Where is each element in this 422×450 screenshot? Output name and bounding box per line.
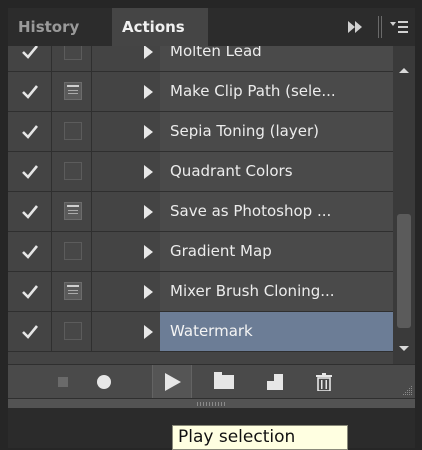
action-row[interactable]: Molten Lead [8,46,393,72]
toggle-dialog-cell[interactable] [52,192,92,231]
toggle-dialog-cell[interactable] [52,72,92,111]
expand-cell[interactable] [92,272,160,311]
record-icon [97,375,111,389]
toggle-item-cell[interactable] [8,112,52,151]
actions-toolbar [8,364,415,399]
toggle-item-cell[interactable] [8,272,52,311]
expand-arrow-icon[interactable] [144,85,153,99]
dialog-toggle-icon[interactable] [64,282,82,300]
action-name[interactable]: Save as Photoshop ... [160,192,393,231]
action-row[interactable]: Sepia Toning (layer) [8,112,393,152]
action-row[interactable]: Make Clip Path (sele... [8,72,393,112]
scroll-up-icon[interactable] [399,68,409,73]
dialog-toggle-icon[interactable] [64,82,82,100]
checkmark-icon[interactable] [21,124,39,140]
action-row[interactable]: Save as Photoshop ... [8,192,393,232]
stop-icon [58,377,68,387]
resize-grip-icon[interactable] [403,386,413,396]
toggle-item-cell[interactable] [8,192,52,231]
checkmark-icon[interactable] [21,244,39,260]
folder-icon [214,372,234,389]
action-row[interactable]: Quadrant Colors [8,152,393,192]
checkmark-icon[interactable] [21,46,39,60]
action-name[interactable]: Watermark [160,312,393,351]
toggle-dialog-cell[interactable] [52,272,92,311]
dialog-toggle-icon[interactable] [64,202,82,220]
vertical-scrollbar[interactable] [393,46,415,364]
expand-arrow-icon[interactable] [144,125,153,139]
dialog-toggle-icon[interactable] [64,322,82,340]
expand-cell[interactable] [92,72,160,111]
expand-cell[interactable] [92,46,160,71]
tab-divider [378,16,379,38]
action-name[interactable]: Make Clip Path (sele... [160,72,393,111]
resize-handle[interactable] [197,402,227,406]
action-name[interactable]: Mixer Brush Cloning... [160,272,393,311]
checkmark-icon[interactable] [21,204,39,220]
toggle-item-cell[interactable] [8,232,52,271]
toggle-dialog-cell[interactable] [52,312,92,351]
action-row[interactable]: Gradient Map [8,232,393,272]
tab-divider [381,16,382,38]
expand-cell[interactable] [92,192,160,231]
dialog-toggle-icon[interactable] [64,46,82,60]
checkmark-icon[interactable] [21,84,39,100]
delete-button[interactable] [305,365,345,399]
checkmark-icon[interactable] [21,284,39,300]
scroll-down-icon[interactable] [399,346,409,351]
action-name[interactable]: Sepia Toning (layer) [160,112,393,151]
new-action-icon [267,374,283,390]
expand-arrow-icon[interactable] [144,46,153,59]
stop-playing-button[interactable] [44,365,84,399]
expand-arrow-icon[interactable] [144,285,153,299]
toggle-dialog-cell[interactable] [52,46,92,71]
toggle-dialog-cell[interactable] [52,112,92,151]
expand-arrow-icon[interactable] [144,325,153,339]
action-name[interactable]: Quadrant Colors [160,152,393,191]
actions-list: Molten Lead Make Clip Path (sele... Sepi… [8,46,393,364]
toggle-item-cell[interactable] [8,152,52,191]
toggle-dialog-cell[interactable] [52,152,92,191]
trash-icon [316,373,332,391]
expand-cell[interactable] [92,152,160,191]
tab-history[interactable]: History [10,8,87,46]
toggle-dialog-cell[interactable] [52,232,92,271]
expand-cell[interactable] [92,112,160,151]
toggle-item-cell[interactable] [8,46,52,71]
action-row-selected[interactable]: Watermark [8,312,393,352]
toggle-item-cell[interactable] [8,72,52,111]
dialog-toggle-icon[interactable] [64,242,82,260]
expand-arrow-icon[interactable] [144,245,153,259]
dialog-toggle-icon[interactable] [64,162,82,180]
checkmark-icon[interactable] [21,164,39,180]
action-row[interactable]: Mixer Brush Cloning... [8,272,393,312]
expand-cell[interactable] [92,232,160,271]
tab-actions[interactable]: Actions [112,8,208,46]
new-set-button[interactable] [204,365,244,399]
expand-arrow-icon[interactable] [144,165,153,179]
expand-cell[interactable] [92,312,160,351]
play-selection-button[interactable] [152,365,192,399]
actions-panel: History Actions Molten Lead Make Clip Pa… [8,8,415,448]
collapse-panel-icon[interactable] [345,19,365,35]
tooltip: Play selection [172,425,348,450]
dialog-toggle-icon[interactable] [64,122,82,140]
scroll-thumb[interactable] [397,214,411,328]
panel-tab-bar: History Actions [8,8,415,46]
action-name[interactable]: Gradient Map [160,232,393,271]
checkmark-icon[interactable] [21,324,39,340]
action-name[interactable]: Molten Lead [160,46,393,71]
record-button[interactable] [84,365,124,399]
toggle-item-cell[interactable] [8,312,52,351]
play-icon [165,373,181,391]
expand-arrow-icon[interactable] [144,205,153,219]
panel-menu-icon[interactable] [389,19,409,35]
new-action-button[interactable] [255,365,295,399]
